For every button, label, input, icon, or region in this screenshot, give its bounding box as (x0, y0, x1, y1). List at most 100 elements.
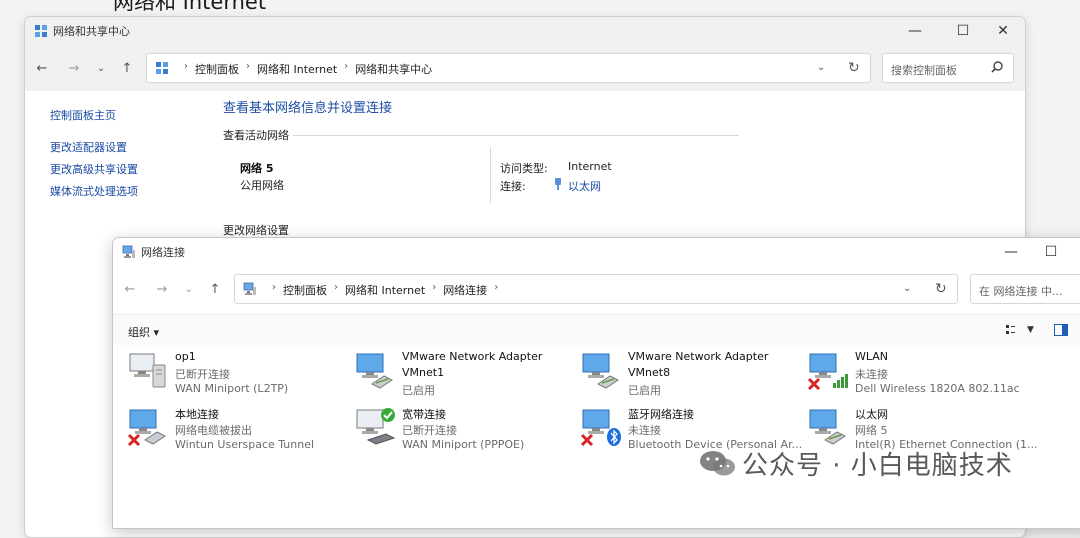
chevron-right-icon: › (272, 282, 276, 293)
connection-item-wlan[interactable]: WLAN 未连接 Dell Wireless 1820A 802.11ac (793, 344, 1020, 395)
minimize-button[interactable]: — (893, 17, 937, 45)
connection-item-ethernet[interactable]: 以太网 网络 5 Intel(R) Ethernet Connection (1… (793, 400, 1037, 451)
connection-device: Dell Wireless 1820A 802.11ac (855, 382, 1020, 395)
connection-name: VMware Network Adapter (628, 350, 769, 363)
view-dropdown-icon[interactable]: ▼ (1027, 325, 1034, 335)
network-adapter-icon (582, 353, 619, 389)
page-title: 查看基本网络信息并设置连接 (223, 101, 393, 116)
connection-name: 宽带连接 (402, 408, 446, 421)
wlan-adapter-icon (807, 353, 848, 390)
broadband-connection-icon (356, 408, 396, 445)
connection-status: 已启用 (402, 384, 435, 397)
change-advanced-sharing-link[interactable]: 更改高级共享设置 (50, 161, 138, 177)
connection-device: WAN Miniport (L2TP) (175, 382, 289, 395)
connection-item-bluetooth[interactable]: 蓝牙网络连接 未连接 Bluetooth Device (Personal Ar… (566, 400, 802, 451)
connection-name: op1 (175, 350, 196, 363)
title-bar: 网络和共享中心 — ☐ ✕ (25, 17, 1025, 45)
media-streaming-options-link[interactable]: 媒体流式处理选项 (50, 183, 138, 199)
network-connections-window: 网络连接 — ☐ ← → ⌄ ↑ › 控制面板 › 网络和 Internet ›… (112, 237, 1080, 529)
address-bar[interactable]: › 控制面板 › 网络和 Internet › 网络和共享中心 ⌄ ↻ (146, 53, 871, 83)
connection-status: 已断开连接 (175, 368, 230, 381)
search-placeholder: 在 网络连接 中... (979, 285, 1063, 298)
connection-name: 蓝牙网络连接 (628, 408, 694, 421)
watermark-text: 公众号 · 小白电脑技术 (742, 450, 1013, 481)
navigation-bar: ← → ⌄ ↑ › 控制面板 › 网络和 Internet › 网络和共享中心 … (25, 45, 1025, 91)
refresh-icon[interactable]: ↻ (848, 60, 860, 76)
active-networks-heading: 查看活动网络 (223, 129, 289, 142)
network-name: 网络 5 (240, 162, 274, 175)
breadcrumb-item[interactable]: 网络和 Internet (257, 61, 337, 77)
connection-subname: VMnet8 (628, 366, 671, 379)
bluetooth-adapter-icon (580, 409, 621, 446)
change-network-settings-heading: 更改网络设置 (223, 224, 289, 237)
close-button[interactable]: ✕ (981, 17, 1025, 45)
chevron-right-icon[interactable]: › (334, 282, 338, 298)
preview-pane-icon[interactable] (1054, 324, 1068, 336)
up-button[interactable]: ↑ (206, 280, 224, 298)
chevron-down-icon[interactable]: ⌄ (817, 62, 825, 73)
chevron-right-icon[interactable]: › (494, 282, 498, 298)
recent-locations-button[interactable]: ⌄ (92, 59, 110, 77)
connection-status: 网络电缆被拔出 (175, 424, 252, 437)
connection-item-vmnet1[interactable]: VMware Network Adapter VMnet1 已启用 (340, 344, 560, 397)
ethernet-connection-link[interactable]: 以太网 (568, 178, 601, 194)
connection-name: 本地连接 (175, 408, 219, 421)
network-adapter-icon (356, 353, 393, 389)
breadcrumb-item[interactable]: 网络和共享中心 (355, 61, 432, 77)
network-adapter-disconnected-icon (127, 409, 166, 446)
network-category-link[interactable]: 公用网络 (240, 177, 284, 193)
maximize-button[interactable]: ☐ (941, 17, 985, 45)
back-button[interactable]: ← (33, 59, 51, 77)
forward-button[interactable]: → (65, 59, 83, 77)
chevron-right-icon[interactable]: › (344, 61, 348, 77)
connection-name: 以太网 (855, 408, 888, 421)
search-icon[interactable] (990, 60, 1004, 74)
connection-item-broadband[interactable]: 宽带连接 已断开连接 WAN Miniport (PPPOE) (340, 400, 560, 451)
vpn-connection-icon (129, 353, 166, 388)
connection-name: VMware Network Adapter (402, 350, 543, 363)
search-input[interactable]: 在 网络连接 中... (970, 274, 1080, 304)
breadcrumb-item[interactable]: 控制面板 (195, 61, 239, 77)
connection-item-op1[interactable]: op1 已断开连接 WAN Miniport (L2TP) (113, 344, 333, 395)
connection-status: 已启用 (628, 384, 661, 397)
network-connections-icon (243, 282, 256, 295)
chevron-right-icon[interactable]: › (246, 61, 250, 77)
navigation-bar: ← → ⌄ ↑ › 控制面板 › 网络和 Internet › 网络连接 › ⌄… (113, 266, 1080, 312)
view-options-icon[interactable] (1006, 324, 1020, 336)
connection-item-local[interactable]: 本地连接 网络电缆被拔出 Wintun Userspace Tunnel (113, 400, 333, 451)
up-button[interactable]: ↑ (118, 59, 136, 77)
chevron-right-icon[interactable]: › (432, 282, 436, 298)
connection-device: Wintun Userspace Tunnel (175, 438, 315, 451)
forward-button[interactable]: → (153, 280, 171, 298)
command-bar: 组织 ▾ ▼ (113, 314, 1080, 345)
network-connections-icon (122, 245, 135, 258)
breadcrumb-item[interactable]: 控制面板 (283, 282, 327, 298)
chevron-down-icon[interactable]: ⌄ (903, 283, 911, 294)
recent-locations-button[interactable]: ⌄ (180, 280, 198, 298)
connection-name: WLAN (855, 350, 889, 363)
window-title: 网络连接 (141, 246, 185, 259)
connection-item-vmnet8[interactable]: VMware Network Adapter VMnet8 已启用 (566, 344, 786, 397)
refresh-icon[interactable]: ↻ (935, 281, 947, 297)
window-title: 网络和共享中心 (53, 25, 130, 38)
change-adapter-settings-link[interactable]: 更改适配器设置 (50, 139, 127, 155)
breadcrumb-item[interactable]: 网络连接 (443, 282, 487, 298)
address-bar[interactable]: › 控制面板 › 网络和 Internet › 网络连接 › ⌄ ↻ (234, 274, 958, 304)
connection-status: 已断开连接 (402, 424, 457, 437)
back-button[interactable]: ← (121, 280, 139, 298)
ethernet-plug-icon (555, 178, 561, 190)
organize-menu-button[interactable]: 组织 ▾ (128, 324, 159, 340)
control-panel-icon (35, 25, 47, 37)
control-panel-home-link[interactable]: 控制面板主页 (50, 107, 116, 123)
connection-subname: VMnet1 (402, 366, 445, 379)
section-divider (293, 135, 739, 136)
connection-status: 未连接 (628, 424, 661, 437)
access-type-value: Internet (568, 160, 612, 173)
maximize-button[interactable]: ☐ (1029, 238, 1073, 266)
background-window-heading: 网络和 Internet (113, 0, 267, 14)
minimize-button[interactable]: — (989, 238, 1033, 266)
breadcrumb-item[interactable]: 网络和 Internet (345, 282, 425, 298)
breadcrumb: › 控制面板 › 网络和 Internet › 网络和共享中心 (177, 61, 432, 77)
title-bar: 网络连接 — ☐ (113, 238, 1080, 266)
search-input[interactable]: 搜索控制面板 (882, 53, 1014, 83)
